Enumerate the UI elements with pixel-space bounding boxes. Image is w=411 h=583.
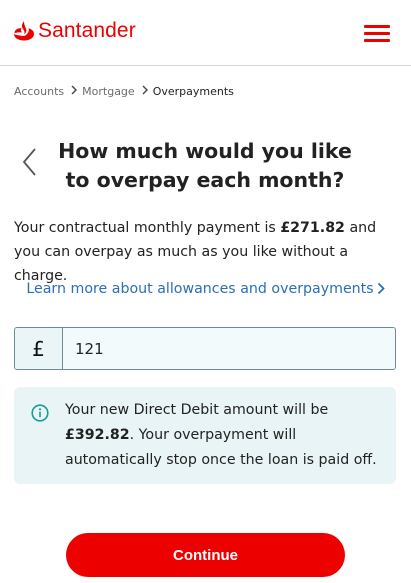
app-header: Santander bbox=[0, 0, 411, 66]
chevron-right-icon bbox=[142, 85, 148, 98]
direct-debit-info-text: Your new Direct Debit amount will be £39… bbox=[65, 402, 377, 468]
overpayment-amount-input[interactable] bbox=[63, 328, 395, 369]
new-direct-debit-amount: £392.82 bbox=[65, 427, 130, 443]
learn-more-link[interactable]: Learn more about allowances and overpaym… bbox=[0, 281, 411, 297]
chevron-right-icon bbox=[71, 85, 78, 98]
breadcrumb-accounts[interactable]: Accounts bbox=[14, 85, 64, 98]
info-icon bbox=[31, 404, 49, 422]
breadcrumb-overpayments: Overpayments bbox=[152, 85, 234, 98]
santander-logo[interactable]: Santander bbox=[13, 19, 136, 43]
overpayment-amount-field: £ bbox=[14, 327, 396, 370]
contractual-payment-text: Your contractual monthly payment is £271… bbox=[14, 220, 377, 284]
flame-logo-icon bbox=[14, 21, 34, 41]
chevron-right-icon bbox=[377, 282, 385, 295]
back-chevron-icon[interactable] bbox=[20, 147, 42, 177]
direct-debit-info-box: Your new Direct Debit amount will be £39… bbox=[14, 387, 396, 484]
hamburger-menu-icon[interactable] bbox=[364, 25, 392, 43]
contractual-amount: £271.82 bbox=[280, 220, 345, 236]
page-title: How much would you like to overpay each … bbox=[58, 139, 352, 192]
breadcrumb-mortgage[interactable]: Mortgage bbox=[82, 85, 135, 98]
currency-symbol: £ bbox=[15, 328, 63, 369]
continue-button[interactable]: Continue bbox=[66, 533, 345, 577]
logo-text: Santander bbox=[38, 19, 136, 42]
breadcrumb: Accounts Mortgage Overpayments bbox=[14, 85, 234, 98]
